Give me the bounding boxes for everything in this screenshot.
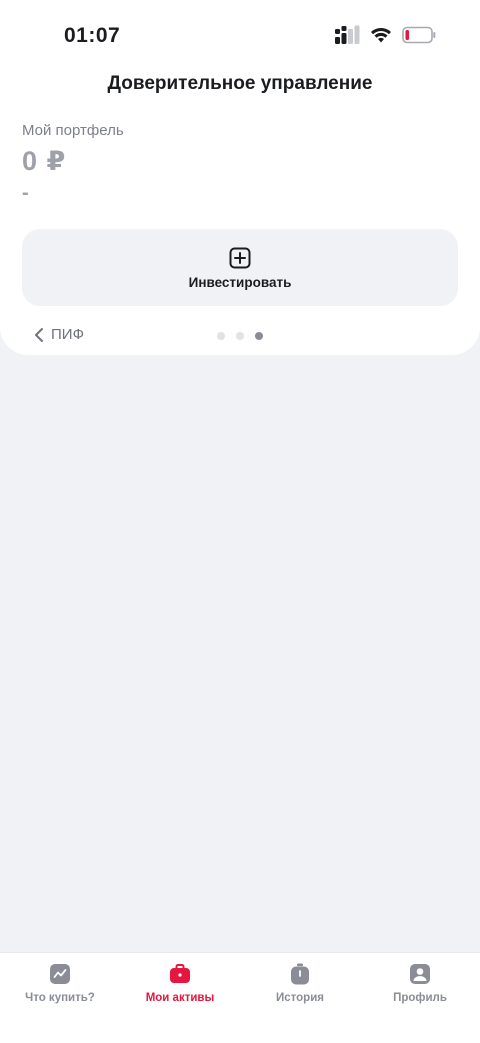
invest-label: Инвестировать <box>188 275 292 290</box>
cellular-signal-icon <box>335 25 360 44</box>
battery-low-icon <box>402 26 436 44</box>
tab-profile[interactable]: Профиль <box>360 953 480 1013</box>
screen: 01:07 Доверительное управление Мой портф… <box>0 0 480 1043</box>
invest-button[interactable]: Инвестировать <box>22 229 458 306</box>
tab-label: Профиль <box>393 992 447 1004</box>
pager-back-button[interactable]: ПИФ <box>33 326 84 343</box>
bottom-tab-bar: Что купить? Мои активы История Профиль <box>0 952 480 1043</box>
tab-label: Что купить? <box>25 992 95 1004</box>
portfolio-label: Мой портфель <box>22 122 124 139</box>
page-dot-active[interactable] <box>255 332 263 340</box>
chevron-left-icon <box>35 327 43 342</box>
chart-trend-icon <box>50 964 70 984</box>
page-dot[interactable] <box>236 332 244 340</box>
portfolio-value: 0 ₽ <box>22 146 67 176</box>
tab-history[interactable]: История <box>240 953 360 1013</box>
status-time: 01:07 <box>64 24 121 47</box>
tab-label: История <box>276 992 324 1004</box>
pager-back-label: ПИФ <box>51 326 84 343</box>
status-icons <box>334 25 436 45</box>
portfolio-change: - <box>22 182 29 204</box>
profile-icon <box>410 964 430 984</box>
briefcase-icon <box>170 964 190 983</box>
wifi-icon <box>371 28 391 43</box>
status-bar: 01:07 <box>0 0 480 70</box>
page-dot[interactable] <box>217 332 225 340</box>
plus-square-icon <box>229 247 251 269</box>
timer-icon <box>291 963 309 985</box>
tab-my-assets[interactable]: Мои активы <box>120 953 240 1013</box>
tab-label: Мои активы <box>145 992 215 1004</box>
page-indicator <box>217 332 263 340</box>
tab-what-to-buy[interactable]: Что купить? <box>0 953 120 1013</box>
page-title: Доверительное управление <box>107 73 373 94</box>
